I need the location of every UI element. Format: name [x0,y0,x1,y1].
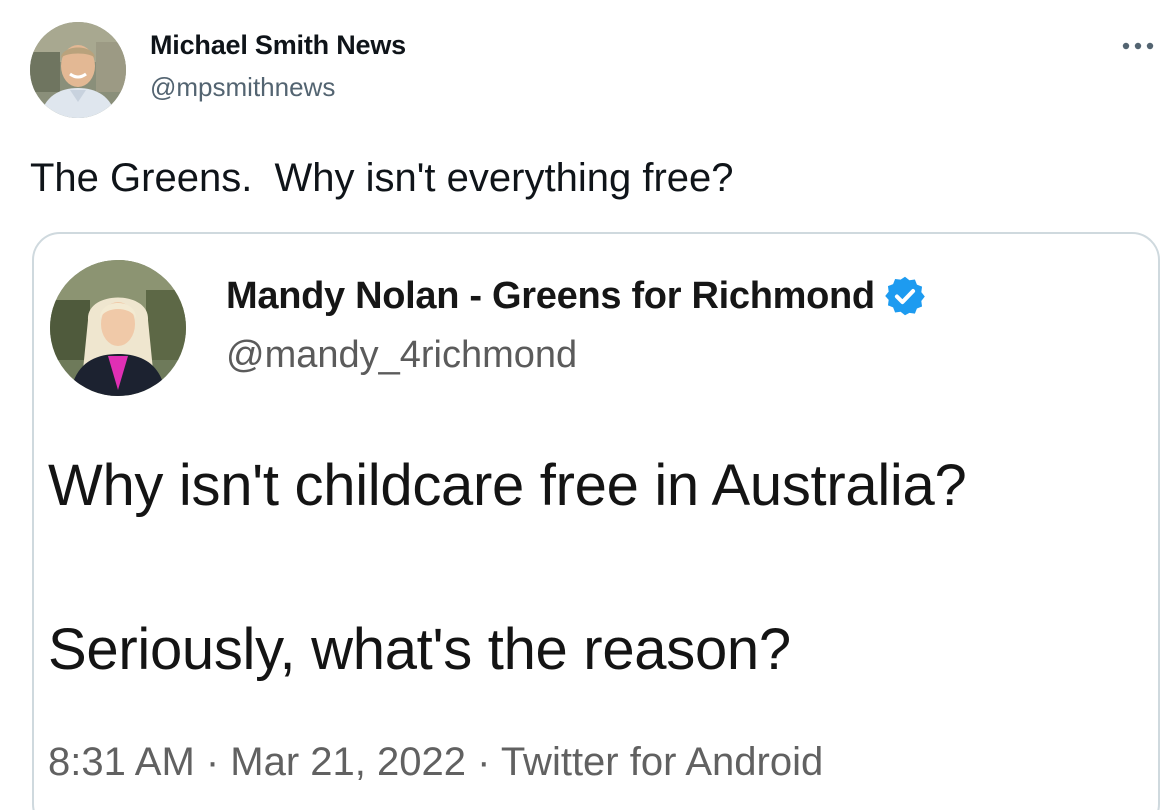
quoted-author-avatar[interactable] [50,260,186,396]
quoted-author-row: Mandy Nolan - Greens for Richmond [226,274,927,318]
author-handle[interactable]: @mpsmithnews [150,72,335,103]
quoted-author-name[interactable]: Mandy Nolan - Greens for Richmond [226,275,875,318]
tweet-text: The Greens. Why isn't everything free? [30,156,734,200]
more-options-button[interactable] [1118,26,1158,66]
tweet: Michael Smith News @mpsmithnews The Gree… [0,0,1170,810]
author-avatar[interactable] [30,22,126,118]
quoted-tweet-text-line1: Why isn't childcare free in Australia? [48,453,967,518]
more-horizontal-icon [1122,42,1154,50]
quoted-tweet-card[interactable]: Mandy Nolan - Greens for Richmond @mandy… [32,232,1160,810]
author-name[interactable]: Michael Smith News [150,30,406,61]
quoted-tweet-timestamp[interactable]: 8:31 AM · Mar 21, 2022 · Twitter for And… [48,740,823,785]
quoted-tweet-text-line2: Seriously, what's the reason? [48,617,791,682]
quoted-author-handle[interactable]: @mandy_4richmond [226,334,577,377]
verified-badge-icon [883,274,927,318]
